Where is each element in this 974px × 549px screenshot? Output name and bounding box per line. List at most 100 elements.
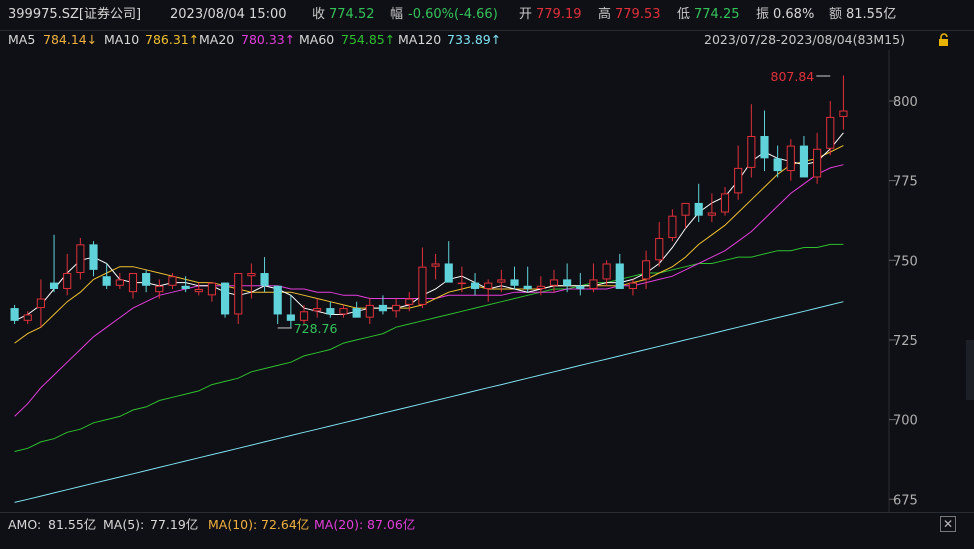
close-indicator-button[interactable]: ✕ — [940, 516, 956, 532]
candle-body-down — [102, 276, 111, 286]
candle-body-down — [510, 279, 519, 286]
y-tick-label: 750 — [893, 254, 918, 269]
candle-body-up — [655, 237, 664, 261]
candle-body-up — [707, 212, 716, 216]
candlestick-chart[interactable]: 675 700 725 750 775 800 807.84 728.76 — [0, 50, 974, 512]
date-range-label: 2023/07/28-2023/08/04(83M15) — [704, 32, 905, 47]
y-tick-label: 675 — [893, 493, 918, 508]
candle-body-down — [760, 136, 769, 159]
ma20-label: MA20 — [199, 32, 235, 47]
high-label: 高 — [598, 7, 612, 22]
y-tick-label: 700 — [893, 414, 918, 429]
amplitude-label: 振 — [756, 7, 770, 22]
open-label: 开 — [519, 7, 533, 22]
candle-body-up — [734, 167, 743, 194]
ma5-label: MA5 — [8, 32, 36, 47]
candle-body-down — [615, 263, 624, 289]
candle-body-up — [839, 110, 848, 117]
y-tick-label: 775 — [893, 175, 918, 190]
candle-body-up — [418, 266, 427, 305]
ma10-label: MA10 — [104, 32, 140, 47]
candle-body-up — [63, 273, 72, 289]
candle-body-down — [352, 308, 361, 318]
datetime-label: 2023/08/04 15:00 — [170, 7, 287, 22]
candle-body-up — [747, 136, 756, 168]
high-value: 779.53 — [615, 7, 661, 22]
candle-body-up — [457, 282, 466, 285]
candle-body-up — [23, 314, 32, 321]
candle-body-down — [576, 285, 585, 289]
candle-body-down — [444, 263, 453, 283]
amplitude-value: 0.68% — [773, 7, 815, 22]
candle-body-down — [523, 285, 532, 289]
candle-body-down — [142, 273, 151, 286]
lock-icon[interactable] — [937, 33, 951, 47]
candle-body-up — [826, 116, 835, 149]
amo-ma20-label: MA(20): — [314, 517, 364, 532]
low-value: 774.25 — [694, 7, 740, 22]
candle-body-down — [563, 279, 572, 286]
candle-body-up — [720, 193, 730, 213]
ma60-value: 754.85↑ — [341, 32, 396, 47]
candle-body-down — [286, 314, 295, 321]
candle-body-up — [128, 273, 138, 293]
candle-body-up — [668, 215, 677, 238]
candle-body-down — [10, 308, 19, 321]
candle-body-up — [247, 273, 256, 277]
high-annotation: 807.84 — [771, 69, 815, 84]
candle-body-up — [392, 304, 401, 312]
candle-body-up — [549, 279, 559, 286]
candle-body-up — [115, 279, 124, 286]
change-label: 幅 — [390, 7, 404, 22]
change-value: -0.60%(-4.66) — [408, 7, 498, 22]
candle-body-down — [260, 273, 269, 286]
candle-body-up — [168, 276, 177, 286]
quote-header: 399975.SZ[证券公司] 2023/08/04 15:00 收 774.5… — [0, 0, 974, 31]
candle-body-up — [536, 285, 545, 289]
amount-indicator-bar: AMO: 81.55亿 MA(5): 77.19亿 MA(10): 72.64亿… — [0, 512, 974, 537]
candle-body-up — [405, 298, 414, 305]
candle-body-up — [207, 282, 217, 296]
candle-body-up — [299, 311, 309, 321]
amo-value: 81.55亿 — [48, 517, 97, 532]
ma-legend-bar: MA5 784.14↓ MA10 786.31↑ MA20 780.33↑ MA… — [0, 30, 974, 50]
amo-ma20-value: 87.06亿 — [367, 517, 416, 532]
close-label: 收 — [312, 7, 326, 22]
low-annotation: 728.76 — [294, 321, 338, 336]
amo-ma10-value: 72.64亿 — [261, 517, 310, 532]
candle-body-up — [641, 260, 651, 280]
candle-body-down — [273, 285, 282, 315]
ma60-label: MA60 — [299, 32, 335, 47]
ma5-value: 784.14↓ — [43, 32, 98, 47]
candle-body-up — [313, 308, 322, 312]
ma120-label: MA120 — [398, 32, 442, 47]
candle-body-up — [76, 244, 85, 274]
candle-body-down — [378, 304, 388, 312]
candle-body-down — [49, 282, 59, 289]
candle-body-down — [220, 282, 230, 315]
candle-body-up — [681, 202, 690, 216]
candle-body-up — [602, 263, 611, 280]
candle-body-up — [234, 273, 243, 315]
amo-ma5-value: 77.19亿 — [150, 517, 199, 532]
candle-body-up — [155, 285, 164, 293]
candle-body-down — [773, 158, 782, 172]
symbol-label[interactable]: 399975.SZ[证券公司] — [8, 0, 141, 30]
candle-body-down — [89, 244, 98, 270]
low-label: 低 — [677, 7, 691, 22]
candle-body-up — [194, 288, 203, 293]
ma10-value: 786.31↑ — [145, 32, 200, 47]
amo-ma5-label: MA(5): — [103, 517, 145, 532]
ma20-value: 780.33↑ — [241, 32, 296, 47]
close-value: 774.52 — [329, 7, 375, 22]
side-panel-toggle[interactable] — [966, 340, 974, 400]
amount-label: 额 — [829, 7, 843, 22]
candle-body-up — [786, 145, 795, 172]
y-tick-label: 800 — [893, 95, 918, 110]
amount-value: 81.55亿 — [846, 7, 897, 22]
amo-ma10-label: MA(10): — [208, 517, 258, 532]
open-value: 779.19 — [536, 7, 582, 22]
candle-body-up — [339, 308, 348, 315]
candle-body-up — [628, 282, 638, 289]
amo-label: AMO: — [8, 517, 42, 532]
